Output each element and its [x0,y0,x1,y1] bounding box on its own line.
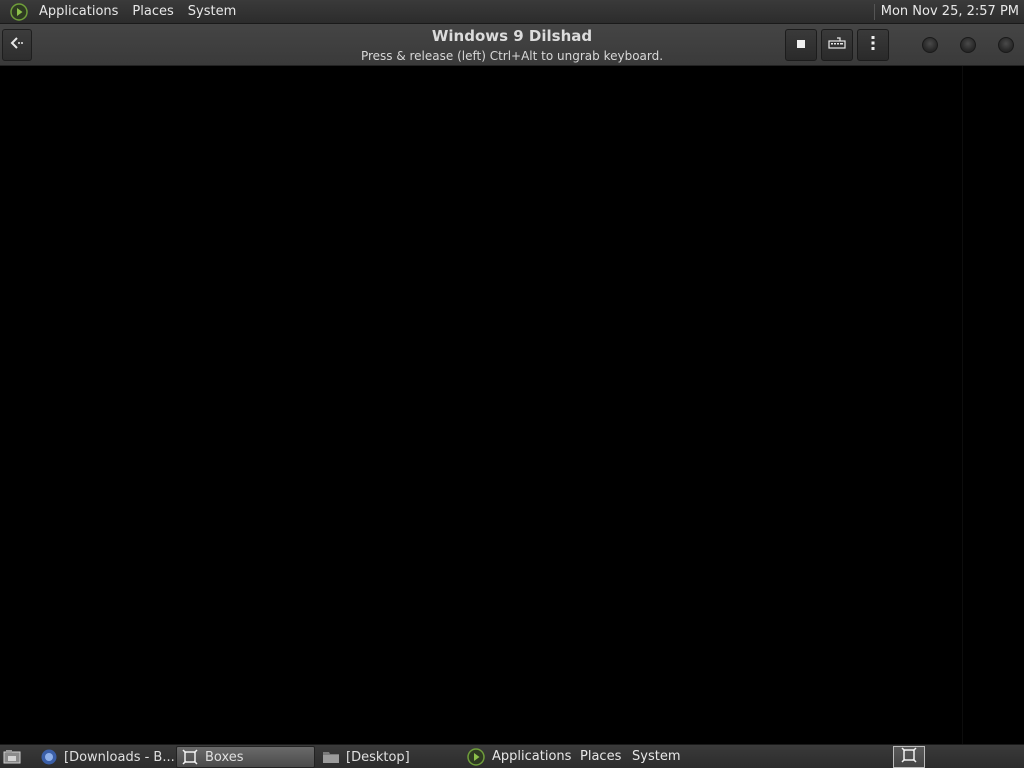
menu-applications[interactable]: Applications [32,0,125,24]
title-area: Windows 9 Dilshad Press & release (left)… [300,26,724,66]
distro-logo-icon[interactable] [10,2,28,21]
header-bar: Windows 9 Dilshad Press & release (left)… [0,24,1024,66]
task-boxes[interactable]: Boxes [176,746,315,768]
task-downloads[interactable]: [Downloads - B... [36,746,174,768]
task-label: [Downloads - B... [64,749,174,765]
clock[interactable]: Mon Nov 25, 2:57 PM [881,4,1024,19]
bottom-menu-system[interactable]: System [632,745,680,768]
back-button[interactable] [2,29,32,61]
send-keys-button[interactable] [821,29,853,61]
stop-button[interactable] [785,29,817,61]
stop-icon [796,38,806,53]
distro-logo-icon[interactable] [467,748,485,766]
window-subtitle: Press & release (left) Ctrl+Alt to ungra… [360,49,664,63]
workspace-switcher[interactable] [893,746,925,768]
menu-system[interactable]: System [181,0,243,24]
window-title: Windows 9 Dilshad [431,27,593,45]
back-arrow-icon [9,35,25,55]
browser-icon [40,748,58,766]
bottom-menu-places[interactable]: Places [580,745,621,768]
bottom-taskbar: [Downloads - B... Boxes [Desktop] Applic… [0,744,1024,768]
show-desktop-button[interactable] [0,746,28,768]
menu-button[interactable] [857,29,889,61]
folder-icon [322,748,340,766]
boxes-tray-icon [901,747,917,767]
top-panel: Applications Places System Mon Nov 25, 2… [0,0,1024,24]
panel-separator [873,3,875,20]
bottom-menu-applications[interactable]: Applications [492,745,571,768]
minimize-button[interactable] [922,37,938,53]
menu-places[interactable]: Places [125,0,180,24]
keyboard-icon [828,36,846,54]
task-desktop[interactable]: [Desktop] [318,746,456,768]
task-label: [Desktop] [346,749,410,765]
boxes-icon [181,748,199,766]
show-desktop-icon [3,748,21,766]
task-label: Boxes [205,749,244,765]
more-vertical-icon [870,35,876,55]
close-button[interactable] [998,37,1014,53]
maximize-button[interactable] [960,37,976,53]
vm-display[interactable] [0,66,1024,744]
